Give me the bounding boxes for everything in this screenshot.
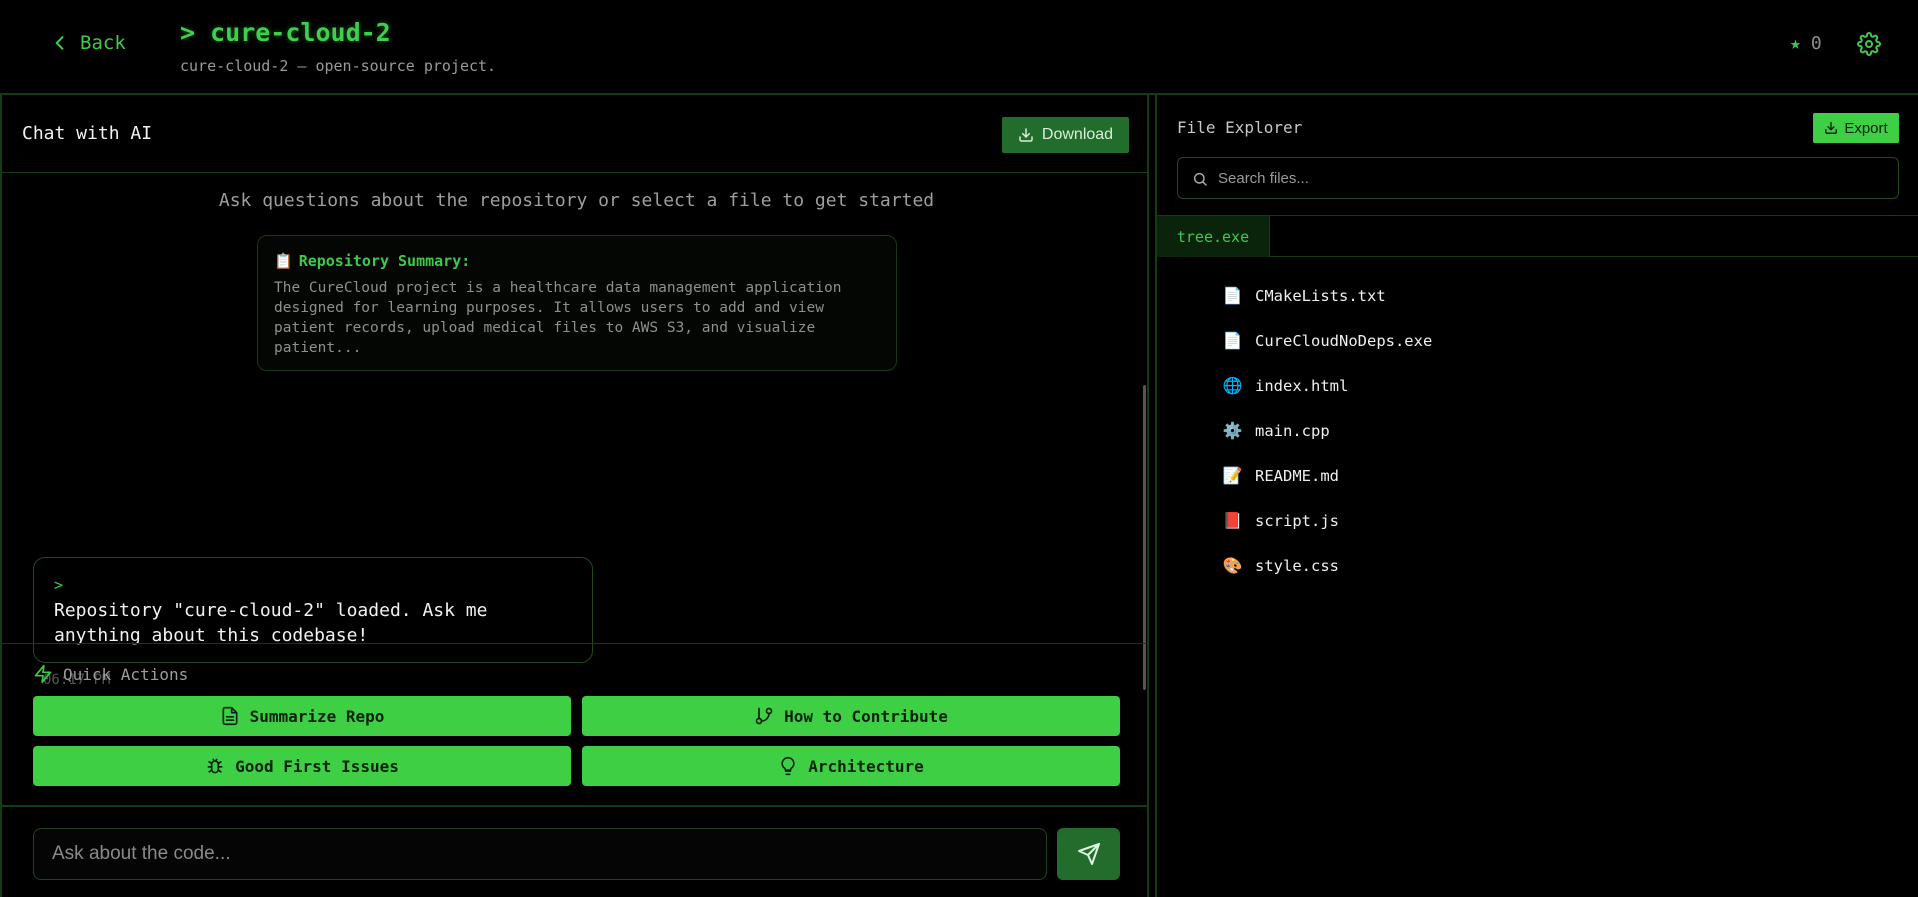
git-branch-icon: [755, 707, 773, 725]
lightbulb-icon: [781, 756, 795, 776]
chat-title: Chat with AI: [22, 123, 153, 144]
quick-actions: Quick Actions Summarize Repo How to Cont…: [2, 643, 1147, 807]
summary-text: The CureCloud project is a healthcare da…: [274, 280, 842, 356]
chat-panel: Chat with AI Download Ask questions abou…: [0, 95, 1149, 897]
chat-messages[interactable]: Ask questions about the repository or se…: [2, 173, 1147, 690]
clipboard-icon: 📋: [274, 252, 293, 270]
file-name: main.cpp: [1255, 421, 1330, 440]
file-item-main-cpp[interactable]: ⚙️ main.cpp: [1223, 408, 1432, 453]
download-label: Download: [1041, 126, 1114, 143]
quick-actions-label: Quick Actions: [63, 664, 189, 684]
file-name: script.js: [1255, 511, 1339, 530]
file-item-readme[interactable]: 📝 README.md: [1223, 453, 1432, 498]
good-first-issues-label: Good First Issues: [235, 756, 399, 776]
search-icon: [1193, 172, 1207, 186]
star-counter[interactable]: ★ 0: [1790, 33, 1822, 54]
good-first-issues-button[interactable]: Good First Issues: [33, 746, 571, 786]
document-icon: [222, 706, 238, 726]
star-icon: ★: [1790, 33, 1801, 54]
file-item-index-html[interactable]: 🌐 index.html: [1223, 363, 1432, 408]
summarize-repo-button[interactable]: Summarize Repo: [33, 696, 571, 736]
memo-icon: 📝: [1222, 466, 1243, 485]
send-button[interactable]: [1057, 828, 1120, 880]
explorer-tabs: tree.exe: [1157, 215, 1918, 257]
download-button[interactable]: Download: [1002, 117, 1129, 153]
file-name: README.md: [1255, 466, 1339, 485]
download-icon: [1019, 128, 1033, 142]
send-icon: [1077, 843, 1100, 865]
document-icon: 📄: [1222, 286, 1243, 305]
chat-hint: Ask questions about the repository or se…: [218, 190, 935, 211]
how-to-contribute-label: How to Contribute: [784, 706, 948, 726]
chat-header: Chat with AI Download: [2, 95, 1147, 173]
document-icon: 📄: [1222, 331, 1243, 350]
file-search-input[interactable]: [1218, 158, 1888, 198]
repository-summary-card: 📋 Repository Summary: The CureCloud proje…: [257, 235, 897, 371]
file-search: [1177, 157, 1899, 199]
architecture-label: Architecture: [808, 756, 924, 776]
bug-icon: [207, 758, 223, 774]
quick-actions-title: Quick Actions: [33, 664, 188, 684]
back-label: Back: [80, 32, 126, 54]
chevron-left-icon: [55, 36, 64, 50]
page-subtitle: cure-cloud-2 — open-source project.: [180, 57, 497, 75]
book-icon: 📕: [1222, 511, 1243, 530]
file-explorer-title: File Explorer: [1177, 118, 1303, 137]
file-name: index.html: [1255, 376, 1349, 395]
page-title: > cure-cloud-2: [180, 18, 391, 47]
message-prompt: >: [54, 576, 64, 594]
file-item-style-css[interactable]: 🎨 style.css: [1223, 543, 1432, 588]
how-to-contribute-button[interactable]: How to Contribute: [582, 696, 1120, 736]
file-item-script-js[interactable]: 📕 script.js: [1223, 498, 1432, 543]
back-button[interactable]: Back: [50, 32, 126, 54]
palette-icon: 🎨: [1222, 556, 1243, 575]
export-button[interactable]: Export: [1813, 113, 1899, 143]
architecture-button[interactable]: Architecture: [582, 746, 1120, 786]
summary-title: 📋 Repository Summary:: [274, 252, 880, 270]
file-item-cmakelists[interactable]: 📄 CMakeLists.txt: [1223, 273, 1432, 318]
message-text: Repository "cure-cloud-2" loaded. Ask me…: [54, 600, 488, 646]
file-item-curecloudnodeps[interactable]: 📄 CureCloudNoDeps.exe: [1222, 318, 1433, 363]
export-label: Export: [1844, 119, 1888, 137]
lightning-icon: [34, 664, 52, 684]
file-name: CureCloudNoDeps.exe: [1255, 331, 1433, 350]
app-header: Back > cure-cloud-2 cure-cloud-2 — open-…: [0, 0, 1918, 95]
settings-gear-icon[interactable]: [1857, 32, 1881, 56]
file-explorer-panel: File Explorer Export tree.exe 📄 CMakeLis…: [1155, 95, 1918, 897]
gear-icon: ⚙️: [1222, 421, 1243, 440]
chat-input-bar: [2, 807, 1147, 897]
chat-input[interactable]: [33, 828, 1047, 880]
file-name: style.css: [1255, 556, 1339, 575]
star-count: 0: [1810, 33, 1822, 54]
file-list: 📄 CMakeLists.txt 📄 CureCloudNoDeps.exe 🌐…: [1222, 273, 1433, 588]
globe-icon: 🌐: [1222, 376, 1243, 395]
summary-title-text: Repository Summary:: [298, 252, 471, 270]
file-name: CMakeLists.txt: [1255, 286, 1386, 305]
summarize-repo-label: Summarize Repo: [249, 706, 385, 726]
download-icon: [1825, 122, 1838, 134]
tab-tree[interactable]: tree.exe: [1157, 216, 1270, 257]
